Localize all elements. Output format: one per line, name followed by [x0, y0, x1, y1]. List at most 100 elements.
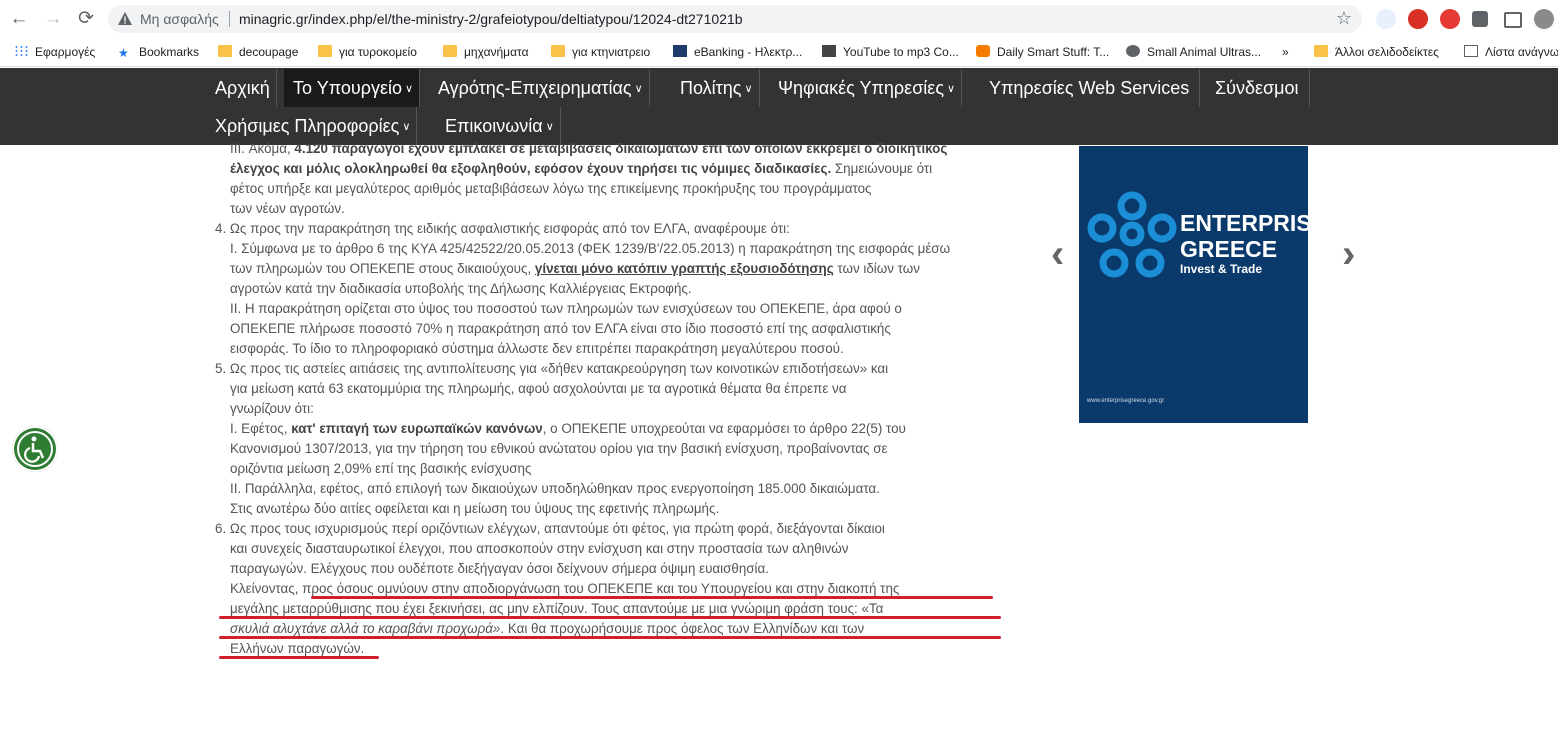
bookmarks-bar: Εφαρμογές ★ Bookmarks decoupage για τυροκ…	[0, 38, 1558, 67]
back-arrow-icon[interactable]: ←	[8, 8, 30, 30]
avatar[interactable]	[1534, 9, 1554, 29]
bookmark-folder[interactable]: για κτηνιατρειο	[551, 43, 650, 61]
nav-home[interactable]: Αρχική	[209, 69, 277, 107]
text-line: έλεγχος και μόλις ολοκληρωθεί θα εξοφληθ…	[230, 161, 933, 176]
nav-label: Υπηρεσίες Web Services	[989, 78, 1190, 98]
banner-url: www.enterprisegreece.gov.gr	[1087, 398, 1165, 404]
carousel-next-icon[interactable]: ›	[1342, 232, 1355, 277]
star-icon: ★	[118, 46, 129, 60]
list-item: 6. Ως προς τους ισχυρισμούς περί οριζόντ…	[215, 521, 885, 536]
text-line: των νέων αγροτών.	[230, 201, 345, 216]
chevron-down-icon: ∨	[744, 83, 753, 95]
text-line: αγροτών κατά την διαδικασία υποβολής της…	[230, 281, 692, 296]
banner-brand-line: ENTERPRISE	[1180, 210, 1327, 236]
bookmark-folder[interactable]: για τυροκομείο	[318, 43, 417, 61]
chevron-down-icon: ∨	[947, 83, 956, 95]
text-line: I. Εφέτος, κατ' επιταγή των ευρωπαϊκών κ…	[230, 421, 906, 436]
nav-ministry[interactable]: Το Υπουργείο ∨	[284, 69, 421, 107]
bookmark-label: decoupage	[239, 45, 299, 59]
forward-arrow-icon[interactable]: →	[42, 8, 64, 30]
security-label[interactable]: Μη ασφαλής	[140, 11, 219, 27]
bookmark-label: Daily Smart Stuff: T...	[997, 45, 1110, 59]
media-control-icon[interactable]	[1504, 12, 1522, 28]
carousel-prev-icon[interactable]: ‹	[1051, 232, 1064, 277]
folder-icon	[218, 45, 232, 57]
bookmark-folder[interactable]: μηχανήματα	[443, 43, 529, 61]
bookmark-label: Small Animal Ultras...	[1147, 45, 1262, 59]
bookmark-item[interactable]: YouTube to mp3 Co...	[822, 43, 959, 61]
nav-citizen[interactable]: Πολίτης ∨	[672, 69, 760, 107]
bookmark-label: Εφαρμογές	[35, 45, 96, 59]
reading-list-icon	[1464, 45, 1478, 57]
bookmark-apps[interactable]: Εφαρμογές	[14, 43, 95, 61]
nav-label: Χρήσιμες Πληροφορίες	[215, 116, 400, 136]
text-line: οριζόντια μείωση 2,09% επί της βασικής ε…	[230, 461, 532, 476]
annotation-underline	[311, 596, 993, 599]
cloud-extension-icon[interactable]	[1376, 9, 1396, 29]
divider	[229, 11, 230, 27]
warning-icon[interactable]	[117, 11, 133, 27]
chevron-down-icon: ∨	[405, 83, 414, 95]
annotation-underline	[219, 656, 379, 659]
folder-icon	[318, 45, 332, 57]
mp3-icon	[822, 45, 836, 57]
reload-icon[interactable]: ⟳	[75, 8, 97, 30]
text-line: Στις ανωτέρω δύο αιτίες οφείλεται και η …	[230, 501, 720, 516]
address-bar[interactable]: Μη ασφαλής minagric.gr/index.php/el/the-…	[108, 5, 1362, 33]
other-bookmarks[interactable]: Άλλοι σελιδοδείκτες	[1314, 43, 1439, 61]
accessibility-button[interactable]	[12, 426, 58, 472]
enterprise-greece-logo-icon	[1087, 191, 1177, 278]
chevron-down-icon: ∨	[634, 83, 643, 95]
folder-icon	[1314, 45, 1328, 57]
nav-label: Πολίτης	[680, 78, 742, 98]
banner-tagline: Invest & Trade	[1180, 262, 1263, 276]
folder-icon	[443, 45, 457, 57]
bookmark-label: για τυροκομείο	[339, 45, 417, 59]
apps-grid-icon	[14, 45, 28, 57]
text-line: III. Ακόμα, 4.120 παραγωγοί έχουν εμπλακ…	[230, 141, 948, 156]
bookmark-label: μηχανήματα	[464, 45, 529, 59]
ublock-extension-icon[interactable]	[1408, 9, 1428, 29]
bookmark-label: Bookmarks	[139, 45, 200, 59]
nav-farmer[interactable]: Αγρότης-Επιχειρηματίας ∨	[430, 69, 650, 107]
text-line: II. Η παρακράτηση ορίζεται στο ύψος του …	[230, 301, 902, 316]
nav-digital-services[interactable]: Ψηφιακές Υπηρεσίες ∨	[770, 69, 963, 107]
bookmark-item[interactable]: eBanking - Ηλεκτρ...	[673, 43, 802, 61]
enterprise-greece-banner[interactable]: ENTERPRISE GREECE Invest & Trade www.ent…	[1079, 146, 1327, 423]
puzzle-icon[interactable]	[1472, 11, 1488, 27]
browser-toolbar: ← → ⟳ Μη ασφαλής minagric.gr/index.php/e…	[0, 0, 1558, 38]
text-line: ΟΠΕΚΕΠΕ πλήρωσε ποσοστό 70% η παρακράτησ…	[230, 321, 891, 336]
bookmark-item[interactable]: ★ Bookmarks	[118, 43, 199, 61]
text-line: Κανονισμού 1307/2013, για την τήρηση του…	[230, 441, 888, 456]
bookmark-item[interactable]: Small Animal Ultras...	[1126, 43, 1261, 61]
annotation-underline	[219, 636, 1001, 639]
text-line: I. Σύμφωνα με το άρθρο 6 της ΚΥΑ 425/425…	[230, 241, 951, 256]
nav-web-services[interactable]: Υπηρεσίες Web Services	[981, 69, 1201, 107]
bank-icon	[673, 45, 687, 57]
blogger-icon	[976, 45, 990, 57]
bookmark-label: Άλλοι σελιδοδείκτες	[1335, 45, 1439, 59]
bookmark-item[interactable]: Daily Smart Stuff: T...	[976, 43, 1109, 61]
text-line: για μείωση κατά 63 εκατομμύρια της πληρω…	[230, 381, 847, 396]
text-line: φέτος υπήρξε και μεγαλύτερος αριθμός μετ…	[230, 181, 872, 196]
bookmark-label: eBanking - Ηλεκτρ...	[694, 45, 803, 59]
bookmark-label: για κτηνιατρειο	[572, 45, 651, 59]
bookmark-label: Λίστα ανάγνω	[1485, 45, 1558, 59]
nav-label: Αγρότης-Επιχειρηματίας	[438, 78, 632, 98]
text-line: εισφοράς. Το ίδιο το πληροφοριακό σύστημ…	[230, 341, 844, 356]
site-navigation: Αρχική Το Υπουργείο ∨ Αγρότης-Επιχειρηματ…	[0, 68, 1558, 145]
bookmarks-overflow[interactable]: »	[1282, 43, 1289, 61]
nav-links[interactable]: Σύνδεσμοι	[1206, 69, 1310, 107]
adblock-extension-icon[interactable]	[1440, 9, 1460, 29]
nav-label: Ψηφιακές Υπηρεσίες	[778, 78, 945, 98]
bookmark-folder[interactable]: decoupage	[218, 43, 298, 61]
star-icon[interactable]: ☆	[1336, 8, 1352, 29]
globe-icon	[1126, 45, 1140, 57]
folder-icon	[551, 45, 565, 57]
reading-list[interactable]: Λίστα ανάγνω	[1464, 43, 1558, 61]
url-text[interactable]: minagric.gr/index.php/el/the-ministry-2/…	[239, 11, 743, 27]
nav-label: Επικοινωνία	[445, 116, 543, 136]
text-line: II. Παράλληλα, εφέτος, από επιλογή των δ…	[230, 481, 880, 496]
list-item: 5. Ως προς τις αστείες αιτιάσεις της αντ…	[215, 361, 889, 376]
bookmark-label: YouTube to mp3 Co...	[843, 45, 959, 59]
